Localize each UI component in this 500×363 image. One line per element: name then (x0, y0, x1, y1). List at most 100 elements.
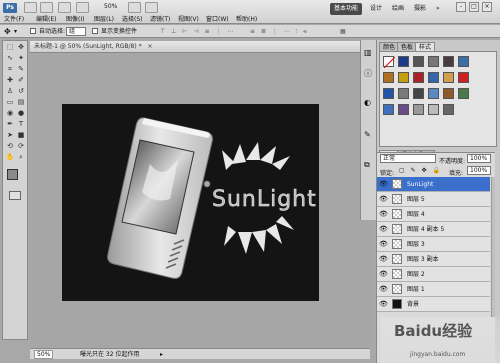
style-swatch[interactable] (413, 104, 424, 115)
layer-row[interactable]: 👁 图层 2 (377, 267, 490, 282)
eraser-icon[interactable]: ▭ (5, 98, 15, 107)
lock-icons[interactable]: ▢ ✎ ✥ 🔒 (399, 167, 442, 174)
foreground-color-swatch[interactable] (7, 169, 18, 180)
history-brush-icon[interactable]: ↺ (16, 87, 26, 96)
visibility-eye-icon[interactable]: 👁 (379, 285, 388, 294)
auto-select-dropdown[interactable]: 组 (66, 27, 86, 36)
zoom-tool-icon[interactable]: ⌕ (16, 153, 26, 162)
menu-file[interactable]: 文件(F) (4, 16, 24, 24)
blend-mode-dropdown[interactable]: 正常 (380, 154, 436, 163)
move-tool-icon[interactable]: ✥ (16, 43, 26, 52)
visibility-eye-icon[interactable]: 👁 (379, 255, 388, 264)
style-swatch[interactable] (443, 56, 454, 67)
auto-align-icon[interactable]: ▦ (340, 25, 346, 38)
gradient-tool-icon[interactable]: ▤ (16, 98, 26, 107)
style-swatch[interactable] (428, 72, 439, 83)
distribute-icons[interactable]: ≡ ≣ ⋮ ⋯ ⫶ ⫷ (250, 25, 308, 38)
menu-help[interactable]: 帮助(H) (236, 16, 257, 24)
mini-bridge-icon[interactable] (40, 2, 53, 13)
layer-row[interactable]: 👁 图层 1 (377, 282, 490, 297)
tool-preset-dropdown-icon[interactable]: ▾ (14, 25, 17, 38)
lasso-tool-icon[interactable]: ∿ (5, 54, 15, 63)
show-transform-checkbox[interactable] (92, 28, 98, 34)
workspace-design[interactable]: 设计 (366, 3, 386, 15)
style-swatch[interactable] (443, 104, 454, 115)
style-swatch[interactable] (413, 88, 424, 99)
style-swatch[interactable] (443, 72, 454, 83)
type-tool-icon[interactable]: T (16, 120, 26, 129)
3d-camera-icon[interactable]: ⟳ (16, 142, 26, 151)
style-swatch[interactable] (428, 88, 439, 99)
style-swatch[interactable] (428, 56, 439, 67)
workspace-more-button[interactable]: » (432, 3, 444, 15)
3d-rotate-icon[interactable]: ⟲ (5, 142, 15, 151)
style-swatch[interactable] (398, 104, 409, 115)
layers-scrollbar[interactable] (491, 177, 495, 317)
histogram-icon[interactable]: ▥ (364, 48, 372, 57)
workspace-painting[interactable]: 绘画 (388, 3, 408, 15)
tab-styles[interactable]: 样式 (415, 42, 436, 51)
workspace-photography[interactable]: 摄影 (410, 3, 430, 15)
blur-tool-icon[interactable]: ◉ (5, 109, 15, 118)
adjustments-icon[interactable]: ◐ (364, 98, 371, 107)
clone-stamp-icon[interactable]: ♙ (5, 87, 15, 96)
shape-tool-icon[interactable]: ■ (16, 131, 26, 140)
visibility-eye-icon[interactable]: 👁 (379, 300, 388, 309)
magic-wand-icon[interactable]: ✦ (16, 54, 26, 63)
align-icons[interactable]: ⊤ ⊥ ⊢ ⊣ ≡ ⋮ ⋯ (160, 25, 235, 38)
menu-layer[interactable]: 图层(L) (94, 16, 114, 24)
menu-image[interactable]: 图像(I) (66, 16, 84, 24)
screen-mode-icon[interactable] (145, 2, 158, 13)
menu-view[interactable]: 视图(V) (178, 16, 199, 24)
workspace-essentials[interactable]: 基本功能 (330, 3, 363, 15)
status-arrow-icon[interactable]: ▸ (160, 349, 163, 360)
menu-edit[interactable]: 编辑(E) (36, 16, 56, 24)
crop-tool-icon[interactable]: ⌗ (5, 65, 15, 74)
visibility-eye-icon[interactable]: 👁 (379, 180, 388, 189)
dodge-tool-icon[interactable]: ● (16, 109, 26, 118)
visibility-eye-icon[interactable]: 👁 (379, 240, 388, 249)
marquee-tool-icon[interactable]: ⬚ (5, 43, 15, 52)
layer-row[interactable]: 👁 图层 3 (377, 237, 490, 252)
tab-swatches[interactable]: 色板 (397, 42, 418, 51)
visibility-eye-icon[interactable]: 👁 (379, 210, 388, 219)
info-icon[interactable]: ⓘ (364, 68, 372, 79)
menu-window[interactable]: 窗口(W) (206, 16, 229, 24)
document-canvas[interactable]: SunLight (62, 104, 319, 301)
pen-tool-icon[interactable]: ✒ (5, 120, 15, 129)
close-window-button[interactable]: × (482, 2, 492, 12)
style-swatch[interactable] (398, 56, 409, 67)
document-tab[interactable]: 未标题-1 @ 50% (SunLight, RGB/8) * × (30, 41, 370, 53)
style-swatch[interactable] (413, 72, 424, 83)
menu-select[interactable]: 选择(S) (122, 16, 143, 24)
brush-preset-icon[interactable]: ✎ (364, 130, 371, 139)
style-swatch[interactable] (398, 72, 409, 83)
minimize-button[interactable]: - (456, 2, 466, 12)
arrange-documents-icon[interactable] (128, 2, 141, 13)
auto-select-checkbox[interactable] (30, 28, 36, 34)
eyedropper-icon[interactable]: ✎ (16, 65, 26, 74)
style-swatch[interactable] (383, 88, 394, 99)
document-close-icon[interactable]: × (148, 43, 153, 50)
style-swatch[interactable] (383, 56, 396, 69)
quick-mask-icon[interactable] (9, 191, 21, 200)
visibility-eye-icon[interactable]: 👁 (379, 270, 388, 279)
style-swatch[interactable] (443, 88, 454, 99)
visibility-eye-icon[interactable]: 👁 (379, 195, 388, 204)
zoom-level[interactable]: 50% (104, 3, 117, 10)
style-swatch[interactable] (458, 72, 469, 83)
layer-row-background[interactable]: 👁 背景 (377, 297, 490, 312)
layer-row[interactable]: 👁 图层 4 副本 5 (377, 222, 490, 237)
menu-filter[interactable]: 滤镜(T) (150, 16, 170, 24)
tab-color[interactable]: 颜色 (379, 42, 400, 51)
status-zoom[interactable]: 50% (34, 350, 54, 359)
visibility-eye-icon[interactable]: 👁 (379, 225, 388, 234)
layer-row[interactable]: 👁 图层 4 (377, 207, 490, 222)
hand-tool-icon[interactable]: ✋ (5, 153, 15, 162)
move-tool-icon[interactable]: ✥ (4, 25, 11, 38)
style-swatch[interactable] (413, 56, 424, 67)
brush-tool-icon[interactable]: ✐ (16, 76, 26, 85)
maximize-button[interactable]: □ (469, 2, 479, 12)
style-swatch[interactable] (458, 88, 469, 99)
path-selection-icon[interactable]: ➤ (5, 131, 15, 140)
